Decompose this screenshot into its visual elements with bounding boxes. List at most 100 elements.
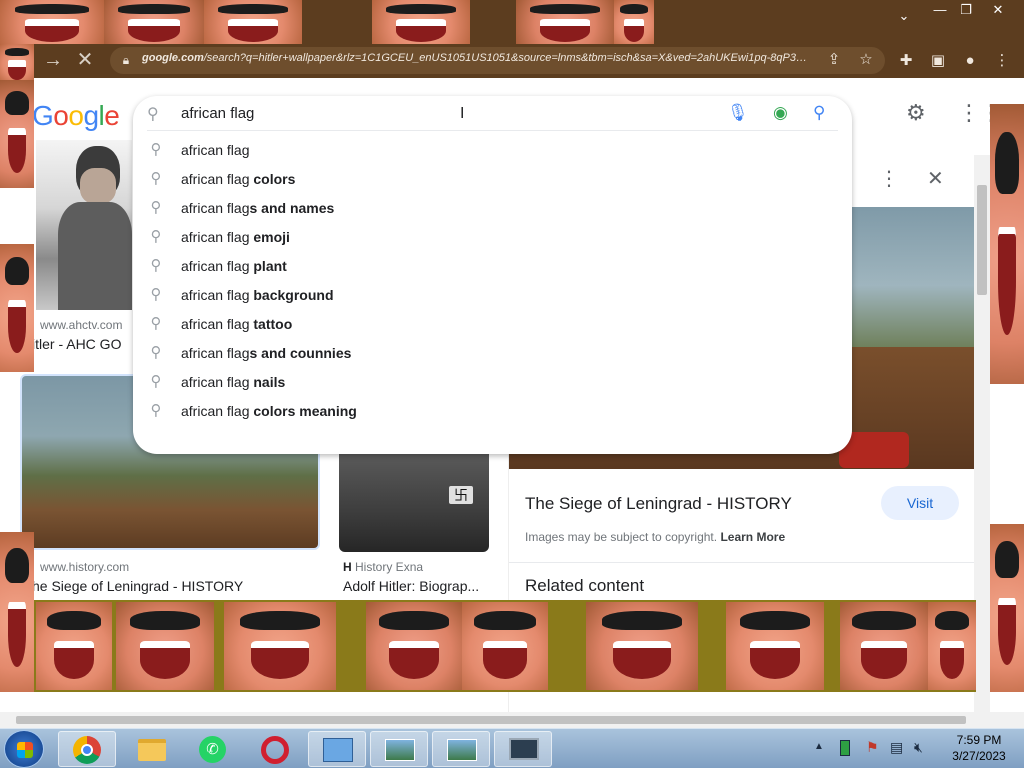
suggestion-item[interactable]: ⚲ african flags and counnies [133, 339, 852, 368]
search-box[interactable]: ⚲ african flag I 🎙︎ ◉ ⚲ ⚲ african flag ⚲ a… [133, 96, 852, 454]
search-icon: ⚲ [150, 286, 162, 303]
result-title-3[interactable]: Adolf Hitler: Biograp... [343, 578, 489, 594]
visit-button[interactable]: Visit [881, 486, 959, 520]
cartoon-face-tile [0, 0, 104, 44]
taskbar-chrome[interactable] [58, 731, 116, 767]
taskbar-control-panel[interactable] [308, 731, 366, 767]
cartoon-face-tile [516, 0, 614, 44]
chrome-icon [73, 736, 101, 764]
microphone-icon[interactable]: 🎙︎ [727, 103, 749, 123]
vertical-scrollbar[interactable] [974, 155, 990, 712]
forward-arrow-icon[interactable]: → [38, 44, 68, 76]
cartoon-face-tile [614, 0, 654, 44]
settings-gear-icon[interactable]: ⚙ [906, 100, 926, 126]
cartoon-face-tile [990, 524, 1024, 692]
result-site-3[interactable]: H History Exna [343, 560, 423, 574]
cartoon-face-tile [0, 532, 34, 692]
cartoon-face-tile [928, 602, 976, 690]
more-options-icon[interactable]: ⋮ [879, 166, 899, 191]
whatsapp-icon: ✆ [199, 736, 226, 763]
result-title-2[interactable]: he Siege of Leningrad - HISTORY [32, 578, 322, 594]
address-bar[interactable]: 🔒︎ google.com/search?q=hitler+wallpaper&… [110, 47, 885, 74]
menu-kebab-icon[interactable]: ⋮ [990, 49, 1014, 73]
result-site-1[interactable]: www.ahctv.com [40, 318, 122, 332]
cartoon-face-tile [990, 104, 1024, 384]
system-clock[interactable]: 7:59 PM 3/27/2023 [944, 732, 1014, 764]
windows-taskbar: ✆ ▲ ⚑ ▤ 🔇︎ 7:59 PM 3/27/2023 [0, 728, 1024, 768]
preview-title[interactable]: The Siege of Leningrad - HISTORY [525, 494, 792, 514]
cartoon-face-tile [204, 0, 302, 44]
suggestion-item[interactable]: ⚲ african flag colors [133, 165, 852, 194]
result-site-2[interactable]: www.history.com [40, 560, 129, 574]
suggestion-item[interactable]: ⚲ african flag background [133, 281, 852, 310]
suggestion-item[interactable]: ⚲ african flag tattoo [133, 310, 852, 339]
suggestion-item[interactable]: ⚲ african flag nails [133, 368, 852, 397]
search-submit-icon[interactable]: ⚲ [813, 103, 825, 123]
profile-avatar-icon[interactable]: ● [958, 49, 982, 73]
action-center-icon[interactable]: ⚑ [866, 739, 879, 756]
apps-grid-icon[interactable]: ⋮⋮ [958, 100, 990, 126]
search-icon: ⚲ [150, 402, 162, 419]
volume-muted-icon[interactable]: 🔇︎ [914, 739, 923, 756]
copyright-notice: Images may be subject to copyright. Lear… [525, 530, 786, 544]
cartoon-face-tile [0, 44, 34, 80]
cartoon-face-tile [726, 602, 824, 690]
taskbar-opera[interactable] [246, 731, 304, 767]
suggestion-item[interactable]: ⚲ african flag plant [133, 252, 852, 281]
search-icon: ⚲ [150, 373, 162, 390]
horizontal-scrollbar[interactable] [0, 712, 1024, 728]
windows-logo-icon [17, 742, 33, 758]
cartoon-face-tile [104, 0, 204, 44]
taskbar-photo-viewer-2[interactable] [432, 731, 490, 767]
clock-date: 3/27/2023 [952, 749, 1006, 763]
camera-lens-icon[interactable]: ◉ [773, 103, 788, 123]
share-icon[interactable]: ⇪ [822, 48, 846, 72]
tab-search-icon[interactable]: ⌄ [890, 6, 918, 26]
cartoon-face-tile [586, 602, 698, 690]
scroll-thumb[interactable] [977, 185, 987, 295]
result-image-1[interactable] [36, 140, 132, 310]
scroll-thumb[interactable] [16, 716, 966, 724]
search-icon: ⚲ [150, 344, 162, 361]
lock-icon: 🔒︎ [122, 53, 130, 67]
cartoon-face-tile [0, 244, 34, 372]
cartoon-face-tile [36, 602, 112, 690]
stop-loading-icon[interactable]: ✕ [70, 44, 100, 76]
suggestion-item[interactable]: ⚲ african flags and names [133, 194, 852, 223]
taskbar-whatsapp[interactable]: ✆ [184, 731, 242, 767]
history-logo-icon: H [343, 560, 352, 574]
taskbar-monitor-app[interactable] [494, 731, 552, 767]
cartoon-face-tile [366, 602, 462, 690]
close-panel-icon[interactable]: ✕ [927, 166, 944, 191]
learn-more-link[interactable]: Learn More [720, 530, 785, 544]
search-input[interactable]: african flag [181, 105, 254, 122]
network-icon[interactable]: ▤ [890, 739, 903, 756]
result-title-1[interactable]: itler - AHC GO [32, 336, 132, 352]
cartoon-face-tile [372, 0, 470, 44]
photo-icon [447, 739, 477, 761]
cartoon-face-tile [116, 602, 214, 690]
start-button[interactable] [4, 730, 44, 768]
search-icon: ⚲ [150, 257, 162, 274]
google-logo[interactable]: Google [32, 100, 120, 132]
minimize-icon[interactable]: — [926, 0, 954, 20]
bookmark-star-icon[interactable]: ☆ [854, 48, 878, 72]
restore-icon[interactable]: ❐ [952, 0, 980, 20]
monitor-icon [509, 738, 539, 760]
suggestion-item[interactable]: ⚲ african flag [133, 136, 852, 165]
divider [509, 562, 975, 563]
folder-icon [138, 739, 166, 761]
control-panel-icon [323, 738, 353, 762]
taskbar-photo-viewer-1[interactable] [370, 731, 428, 767]
extensions-puzzle-icon[interactable]: ✚ [894, 49, 918, 73]
search-icon: ⚲ [150, 170, 162, 187]
result-image-3[interactable]: 卐 [339, 454, 489, 552]
show-hidden-icons[interactable]: ▲ [814, 741, 824, 752]
taskbar-file-explorer[interactable] [122, 731, 180, 767]
side-panel-icon[interactable]: ▣ [926, 49, 950, 73]
divider [147, 130, 838, 131]
suggestion-item[interactable]: ⚲ african flag colors meaning [133, 397, 852, 426]
suggestion-item[interactable]: ⚲ african flag emoji [133, 223, 852, 252]
battery-icon[interactable] [840, 740, 850, 756]
close-window-icon[interactable]: ✕ [984, 0, 1012, 20]
